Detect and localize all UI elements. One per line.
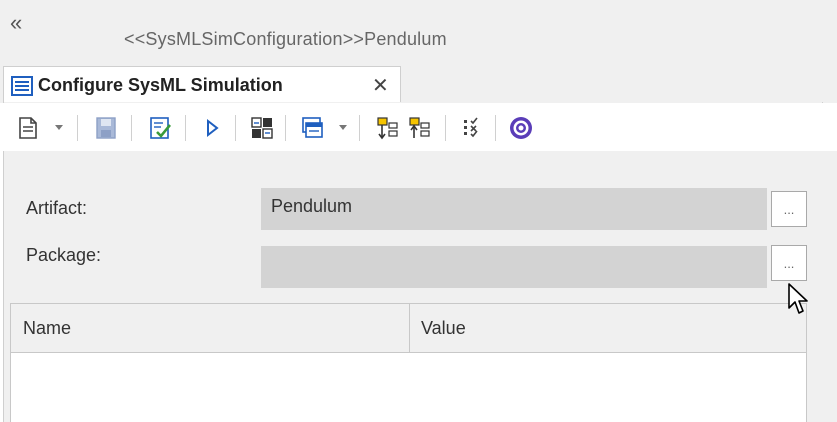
toolbar-separator xyxy=(77,115,78,141)
toolbar-separator xyxy=(495,115,496,141)
artifact-field[interactable]: Pendulum xyxy=(261,188,767,230)
checklist-icon[interactable] xyxy=(459,115,485,141)
windows-dropdown-arrow[interactable] xyxy=(339,125,347,130)
new-document-icon[interactable] xyxy=(15,115,41,141)
grid-header: Name Value xyxy=(11,304,806,353)
close-icon[interactable]: ✕ xyxy=(372,73,389,98)
package-label: Package: xyxy=(26,245,102,265)
column-divider[interactable] xyxy=(409,304,410,352)
windows-icon[interactable] xyxy=(299,115,325,141)
window-titlebar: « <<SysMLSimConfiguration>>Pendulum xyxy=(0,0,837,64)
toolbar-separator xyxy=(285,115,286,141)
panel-edge-strip xyxy=(822,151,837,422)
column-header-value[interactable]: Value xyxy=(421,318,466,339)
toolbar xyxy=(3,103,823,151)
move-up-icon[interactable] xyxy=(407,115,433,141)
properties-grid[interactable]: Name Value xyxy=(10,303,807,422)
package-field[interactable] xyxy=(261,246,767,288)
save-icon[interactable] xyxy=(93,115,119,141)
package-browse-button[interactable]: ... xyxy=(771,245,807,281)
run-icon[interactable] xyxy=(199,115,225,141)
tab-label: Configure SysML Simulation xyxy=(38,75,283,95)
help-icon[interactable] xyxy=(508,115,534,141)
toolbar-separator xyxy=(235,115,236,141)
artifact-label: Artifact: xyxy=(26,198,88,218)
window-title: <<SysMLSimConfiguration>>Pendulum xyxy=(124,29,447,49)
tab-strip: Configure SysML Simulation ✕ xyxy=(0,63,837,103)
toolbar-separator xyxy=(185,115,186,141)
document-list-icon xyxy=(11,76,33,101)
column-header-name[interactable]: Name xyxy=(23,318,71,339)
collapse-panel-icon[interactable]: « xyxy=(10,12,22,34)
mouse-pointer-icon xyxy=(787,282,809,321)
tab-configure-sysml-simulation[interactable]: Configure SysML Simulation ✕ xyxy=(3,66,401,103)
artifact-browse-button[interactable]: ... xyxy=(771,191,807,227)
toolbar-separator xyxy=(445,115,446,141)
generate-model-icon[interactable] xyxy=(249,115,275,141)
new-document-dropdown-arrow[interactable] xyxy=(55,125,63,130)
validate-icon[interactable] xyxy=(147,115,173,141)
move-down-icon[interactable] xyxy=(375,115,401,141)
toolbar-separator xyxy=(359,115,360,141)
toolbar-separator xyxy=(131,115,132,141)
